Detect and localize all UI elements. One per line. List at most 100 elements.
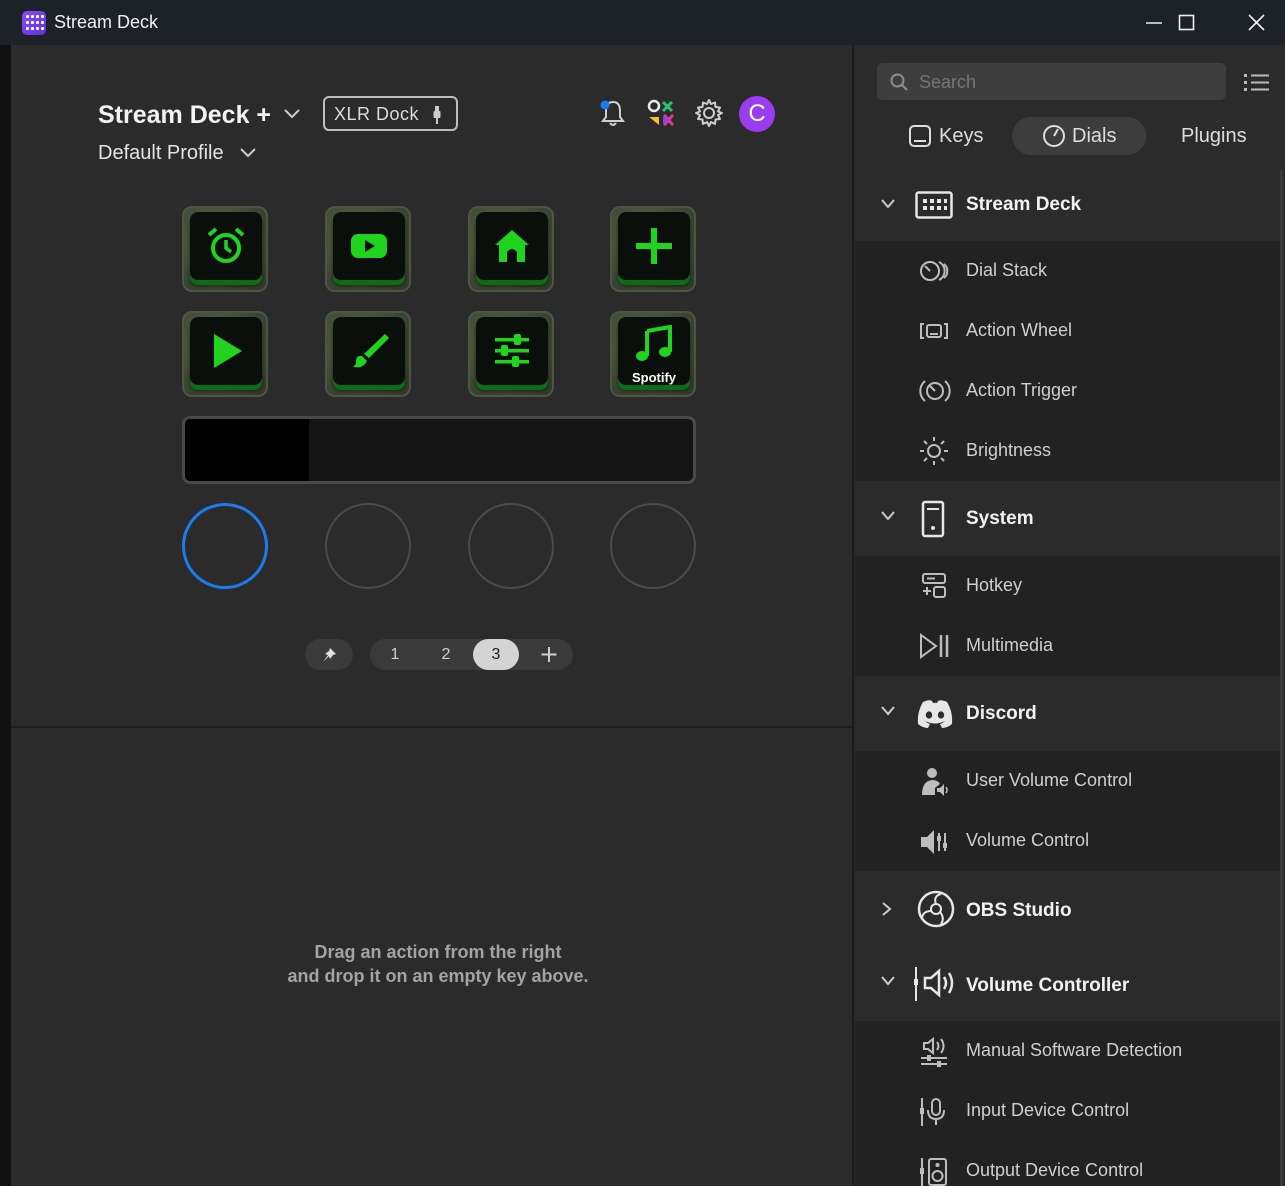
- action-item-dial-stack[interactable]: Dial Stack: [855, 241, 1283, 301]
- search-input[interactable]: [919, 72, 1209, 93]
- chevron-down-icon[interactable]: [238, 146, 258, 160]
- xlr-dock-button[interactable]: XLR Dock: [323, 96, 458, 131]
- action-trigger-icon: [919, 380, 951, 402]
- action-label: Volume Control: [966, 830, 1090, 850]
- page-3[interactable]: 3: [473, 639, 519, 670]
- action-label: User Volume Control: [966, 770, 1133, 790]
- dial-icon: [1043, 125, 1065, 147]
- software-detection-icon: [921, 1037, 947, 1067]
- category-discord[interactable]: Discord: [855, 677, 1283, 751]
- category-volume-controller[interactable]: Volume Controller: [855, 947, 1283, 1021]
- maximize-button[interactable]: [1152, 0, 1222, 45]
- brightness-icon: [920, 437, 948, 465]
- category-obs-studio[interactable]: OBS Studio: [855, 872, 1283, 946]
- chevron-down-icon[interactable]: [880, 198, 896, 210]
- key-5[interactable]: [182, 311, 268, 397]
- tab-keys[interactable]: Keys: [900, 117, 996, 155]
- dial-stack-icon: [920, 261, 949, 281]
- profile-selector-label[interactable]: Default Profile: [98, 142, 224, 165]
- marketplace-icon[interactable]: [645, 97, 677, 129]
- action-item-volume-control[interactable]: Volume Control: [855, 811, 1283, 871]
- category-stream-deck[interactable]: Stream Deck: [855, 170, 1283, 240]
- dial-1[interactable]: [182, 503, 268, 589]
- key-label: Spotify: [631, 370, 677, 385]
- paint-brush-icon: [353, 334, 389, 368]
- page-selector: 1 2 3: [370, 639, 573, 670]
- hint-line-2: and drop it on an empty key above.: [287, 966, 589, 986]
- tab-dials[interactable]: Dials: [1012, 117, 1146, 155]
- volume-controller-icon: [914, 967, 954, 1001]
- plus-icon: [636, 228, 672, 264]
- page-1[interactable]: 1: [372, 639, 418, 670]
- action-item-multimedia[interactable]: Multimedia: [855, 616, 1283, 676]
- chevron-down-icon[interactable]: [880, 510, 896, 522]
- device-selector-label[interactable]: Stream Deck +: [98, 101, 271, 130]
- stream-deck-icon: [915, 191, 953, 219]
- chevron-down-icon[interactable]: [880, 975, 896, 987]
- tab-plugins-label: Plugins: [1181, 125, 1247, 147]
- key-6[interactable]: [325, 311, 411, 397]
- category-label: OBS Studio: [966, 900, 1072, 921]
- category-system[interactable]: System: [855, 482, 1283, 556]
- obs-studio-icon: [917, 890, 955, 928]
- settings-gear-icon[interactable]: [693, 97, 725, 129]
- left-edge-strip: [0, 45, 11, 1186]
- youtube-icon: [351, 234, 387, 258]
- tab-keys-label: Keys: [939, 125, 984, 147]
- key-7[interactable]: [468, 311, 554, 397]
- category-label: Volume Controller: [966, 975, 1130, 996]
- action-item-hotkey[interactable]: Hotkey: [855, 556, 1283, 616]
- action-label: Input Device Control: [966, 1100, 1130, 1120]
- touch-strip[interactable]: [182, 416, 696, 484]
- action-item-input-device-control[interactable]: Input Device Control: [855, 1081, 1283, 1141]
- key-3[interactable]: [468, 206, 554, 292]
- pin-button[interactable]: [305, 639, 353, 670]
- action-label: Multimedia: [966, 635, 1054, 655]
- home-icon: [495, 230, 529, 262]
- action-list-scrollbar[interactable]: [1280, 170, 1283, 1186]
- dial-3[interactable]: [468, 503, 554, 589]
- search-box[interactable]: [877, 63, 1226, 100]
- speaker-icon: [920, 1158, 947, 1186]
- notification-bell-icon[interactable]: [597, 97, 629, 129]
- chevron-down-icon[interactable]: [282, 107, 302, 121]
- play-icon: [214, 334, 242, 368]
- add-page-button[interactable]: [534, 639, 564, 670]
- key-1[interactable]: [182, 206, 268, 292]
- category-label: Discord: [966, 703, 1037, 724]
- dial-2[interactable]: [325, 503, 411, 589]
- music-note-icon: [636, 325, 672, 361]
- action-label: Action Trigger: [966, 380, 1078, 400]
- key-icon: [909, 125, 931, 147]
- xlr-connector-icon: [433, 106, 441, 124]
- list-view-icon[interactable]: [1244, 72, 1270, 94]
- action-wheel-icon: [920, 323, 948, 339]
- key-4[interactable]: [610, 206, 696, 292]
- key-8[interactable]: Spotify: [610, 311, 696, 397]
- search-icon: [890, 73, 908, 91]
- action-item-action-wheel[interactable]: Action Wheel: [855, 301, 1283, 361]
- empty-state-hint: Drag an action from the right and drop i…: [230, 940, 646, 988]
- touch-strip-segment-selected[interactable]: [185, 419, 309, 481]
- user-avatar[interactable]: C: [739, 96, 775, 132]
- tab-plugins[interactable]: Plugins: [1181, 117, 1261, 155]
- computer-tower-icon: [921, 500, 945, 538]
- user-volume-icon: [922, 768, 948, 796]
- page-2[interactable]: 2: [423, 639, 469, 670]
- dock-badge-label: XLR Dock: [334, 104, 420, 124]
- chevron-right-icon[interactable]: [880, 901, 894, 917]
- chevron-down-icon[interactable]: [880, 705, 896, 717]
- action-item-manual-software-detection[interactable]: Manual Software Detection: [855, 1021, 1283, 1081]
- action-item-brightness[interactable]: Brightness: [855, 421, 1283, 481]
- alarm-clock-icon: [207, 227, 245, 263]
- window-title: Stream Deck: [54, 12, 159, 32]
- dial-4[interactable]: [610, 503, 696, 589]
- key-2[interactable]: [325, 206, 411, 292]
- close-button[interactable]: [1222, 0, 1285, 45]
- action-item-output-device-control[interactable]: Output Device Control: [855, 1141, 1283, 1186]
- maximize-icon: [1178, 14, 1195, 31]
- sliders-icon: [495, 334, 529, 367]
- action-item-action-trigger[interactable]: Action Trigger: [855, 361, 1283, 421]
- microphone-icon: [920, 1098, 945, 1126]
- action-item-user-volume-control[interactable]: User Volume Control: [855, 751, 1283, 811]
